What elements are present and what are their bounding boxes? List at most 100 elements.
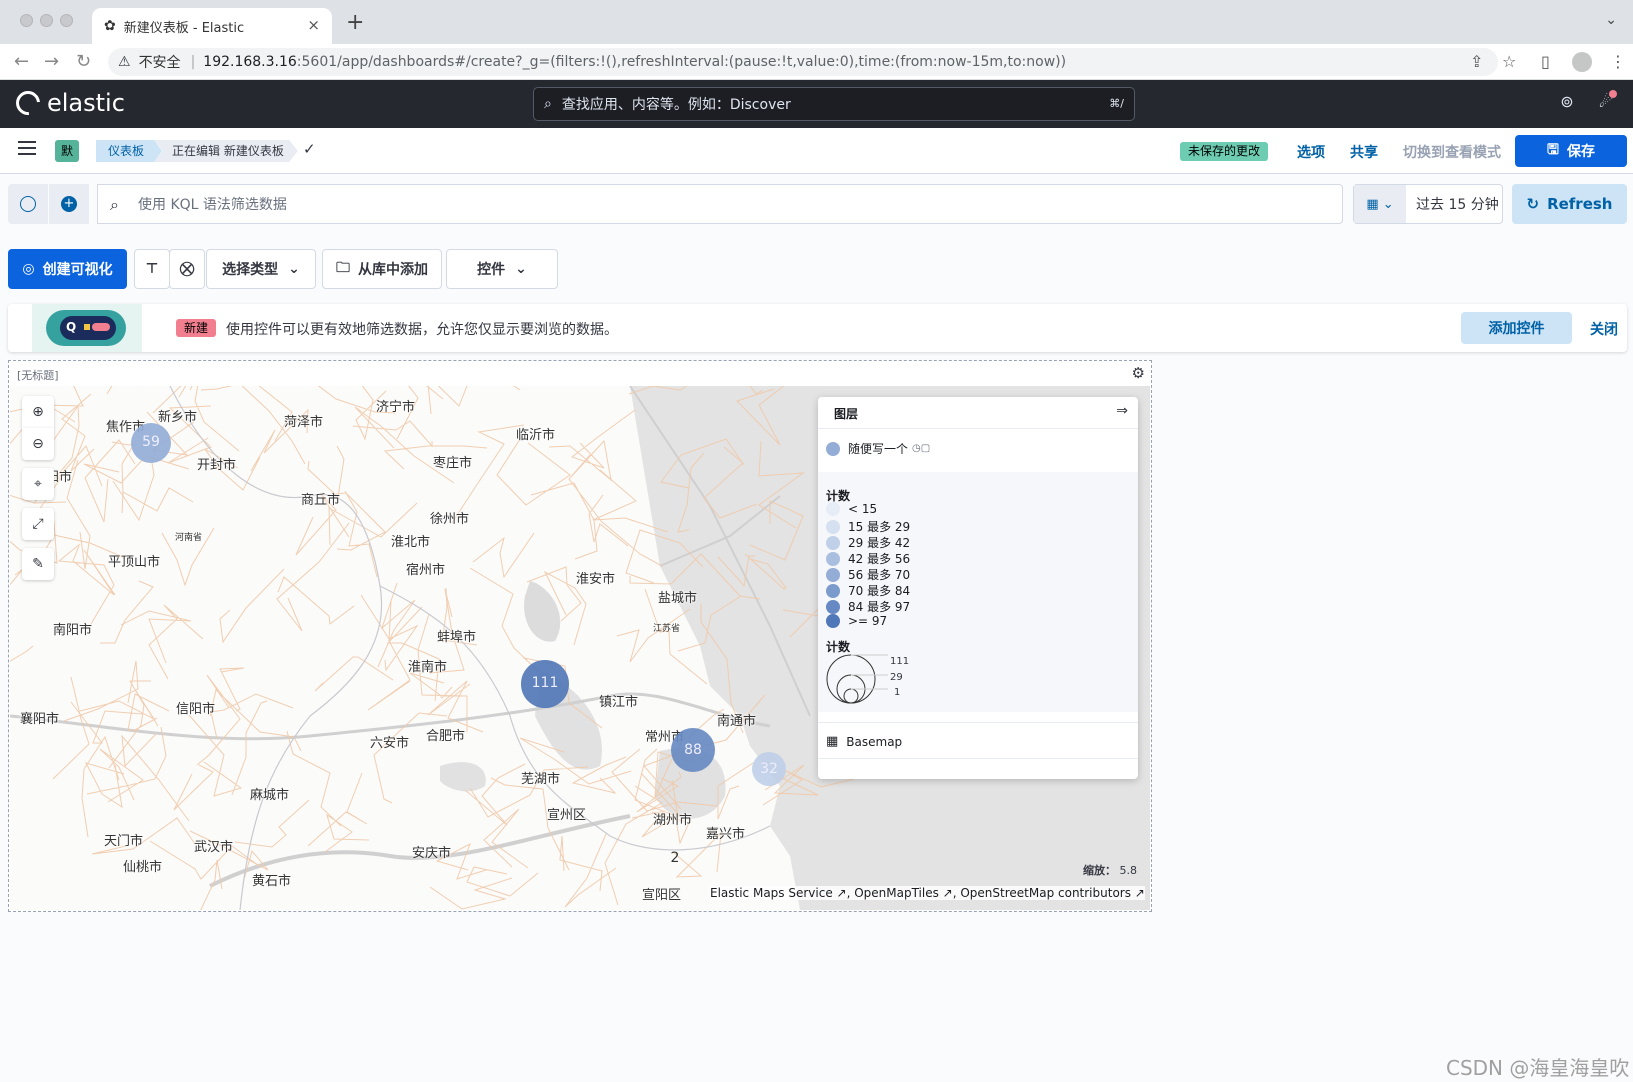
add-from-library-button[interactable]: 🗀 从库中添加 (322, 249, 442, 289)
color-swatch (826, 583, 840, 598)
breadcrumb-bar: 默 仪表板 正在编辑 新建仪表板 ✓ 未保存的更改 选项 共享 切换到查看模式 … (0, 128, 1633, 174)
calendar-icon[interactable]: ▦ ⌄ (1354, 185, 1406, 223)
expand-icon: ⤢ (32, 516, 44, 532)
breadcrumb-dashboards[interactable]: 仪表板 (96, 140, 163, 162)
back-icon[interactable]: ← (14, 51, 29, 72)
city-label: 天门市 (104, 834, 144, 849)
city-label: 淮北市 (391, 535, 431, 550)
window-minimize-button[interactable] (40, 14, 53, 27)
security-label: 不安全 (138, 55, 181, 71)
color-swatch (826, 551, 840, 566)
city-label: 六安市 (370, 736, 410, 751)
more-vert-icon[interactable]: ⋮ (1610, 52, 1626, 71)
browser-tab-bar: ✿ 新建仪表板 - Elastic × + ⌄ (0, 0, 1633, 44)
city-label: 合肥市 (426, 729, 466, 744)
share-link[interactable]: 共享 (1350, 142, 1378, 162)
sidebar-icon[interactable]: ▯ (1541, 52, 1550, 71)
layer-item[interactable]: 随便写一个 ◷▢ (826, 440, 930, 457)
basemap-layer-item[interactable]: ▦ Basemap (826, 734, 902, 749)
global-search-input[interactable]: ⌕ 查找应用、内容等。例如：Discover ⌘/ (533, 87, 1135, 121)
check-icon[interactable]: ✓ (303, 140, 316, 158)
zoom-out-button[interactable]: ⊖ (22, 428, 54, 460)
elastic-logo[interactable]: elastic (11, 86, 125, 120)
map-attribution[interactable]: Elastic Maps Service ↗, OpenMapTiles ↗, … (710, 886, 1145, 900)
tab-close-icon[interactable]: × (307, 16, 320, 34)
refresh-button[interactable]: ↻ Refresh (1512, 184, 1627, 224)
search-icon: ⌕ (110, 195, 119, 214)
panel-options-gear-icon[interactable]: ⚙ (1132, 364, 1145, 382)
star-icon[interactable]: ☆ (1502, 52, 1516, 71)
news-feed-icon[interactable]: ☄ (1595, 90, 1617, 114)
city-label: 开封市 (197, 458, 237, 473)
chevron-down-icon[interactable]: ⌄ (1605, 12, 1617, 28)
city-label: 黄石市 (252, 874, 292, 889)
create-visualization-button[interactable]: ◎ 创建可视化 (8, 249, 127, 289)
set-view-button[interactable]: ⌖ (22, 468, 54, 500)
city-label: 南通市 (717, 714, 757, 729)
color-swatch (826, 502, 840, 516)
color-legend-step: < 15 (826, 502, 877, 516)
save-button[interactable]: 🖫 保存 (1515, 135, 1627, 167)
forward-icon[interactable]: → (44, 51, 59, 72)
color-legend-step: 84 最多 97 (826, 598, 910, 615)
logo-text: elastic (47, 89, 125, 117)
fullscreen-button[interactable]: ⤢ (22, 508, 54, 540)
city-label: 临沂市 (516, 428, 556, 443)
options-link[interactable]: 选项 (1297, 142, 1325, 162)
tools-button[interactable]: ✎ (22, 548, 54, 580)
add-text-button[interactable]: ⊤ (134, 249, 170, 289)
color-legend-step: 42 最多 56 (826, 550, 910, 567)
collapse-legend-icon[interactable]: ⇒ (1116, 403, 1128, 419)
color-swatch (826, 614, 840, 628)
color-swatch (826, 519, 840, 534)
browser-tab[interactable]: ✿ 新建仪表板 - Elastic × (92, 8, 332, 44)
layer-name: 随便写一个 (848, 442, 909, 456)
url-field[interactable]: ⚠ 不安全 | 192.168.3.16:5601/app/dashboards… (108, 48, 1498, 76)
color-step-label: 84 最多 97 (848, 600, 911, 614)
zoom-label: 缩放： (1083, 864, 1116, 877)
city-label: 仙桃市 (123, 860, 163, 875)
plus-circle-icon: ⊕ (32, 404, 44, 420)
color-step-label: >= 97 (848, 614, 888, 628)
save-icon: 🖫 (1547, 142, 1559, 158)
help-icon[interactable]: ⊚ (1556, 92, 1578, 114)
city-label: 麻城市 (250, 788, 290, 803)
city-label: 安庆市 (412, 846, 452, 861)
kql-search-input[interactable]: ⌕ 使用 KQL 语法筛选数据 (97, 184, 1343, 224)
space-avatar[interactable]: 默 (55, 140, 79, 162)
tab-title: 新建仪表板 - Elastic (123, 20, 245, 36)
panel-title: [无标题] (17, 369, 59, 382)
cluster-bubble[interactable]: 111 (521, 660, 569, 708)
menu-icon[interactable] (18, 141, 36, 155)
cluster-bubble[interactable]: 2 (667, 850, 683, 866)
cluster-bubble[interactable]: 59 (131, 423, 171, 463)
add-map-button[interactable]: ⛒ (169, 249, 205, 289)
profile-avatar[interactable] (1572, 52, 1592, 72)
filter-menu-button[interactable] (8, 184, 48, 224)
city-label: 平顶山市 (108, 555, 161, 570)
city-label: 商丘市 (301, 493, 341, 508)
date-picker[interactable]: ▦ ⌄ 过去 15 分钟 (1353, 184, 1503, 224)
close-callout-button[interactable]: 关闭 (1590, 319, 1618, 339)
reload-icon[interactable]: ↻ (76, 51, 91, 72)
search-icon: ⌕ (544, 96, 552, 112)
window-close-button[interactable] (20, 14, 33, 27)
window-zoom-button[interactable] (60, 14, 73, 27)
controls-callout: Q 新建 使用控件可以更有效地筛选数据，允许您仅显示要浏览的数据。 添加控件 关… (8, 304, 1627, 352)
magnifier-icon: Q (66, 320, 77, 334)
query-bar: + ⌕ 使用 KQL 语法筛选数据 ▦ ⌄ 过去 15 分钟 ↻ Refresh (0, 174, 1633, 234)
share-icon[interactable]: ⇪ (1470, 52, 1483, 71)
zoom-in-button[interactable]: ⊕ (22, 396, 54, 428)
add-filter-button[interactable]: + (49, 184, 89, 224)
switch-view-mode-link[interactable]: 切换到查看模式 (1403, 142, 1501, 162)
select-type-button[interactable]: 选择类型 ⌄ (206, 249, 316, 289)
controls-button[interactable]: 控件 ⌄ (446, 249, 558, 289)
chevron-down-icon: ⌄ (515, 261, 527, 277)
layer-control-panel: 图层 ⇒ 随便写一个 ◷▢ 计数 < 15 15 最多 29 29 最多 42 42 … (818, 397, 1138, 779)
cluster-bubble[interactable]: 88 (670, 727, 716, 773)
save-label: 保存 (1566, 144, 1595, 160)
add-control-button[interactable]: 添加控件 (1461, 312, 1572, 344)
city-label: 淮南市 (408, 660, 448, 675)
new-tab-button[interactable]: + (346, 10, 364, 35)
watermark: CSDN @海皇海皇吹 (1446, 1056, 1630, 1080)
